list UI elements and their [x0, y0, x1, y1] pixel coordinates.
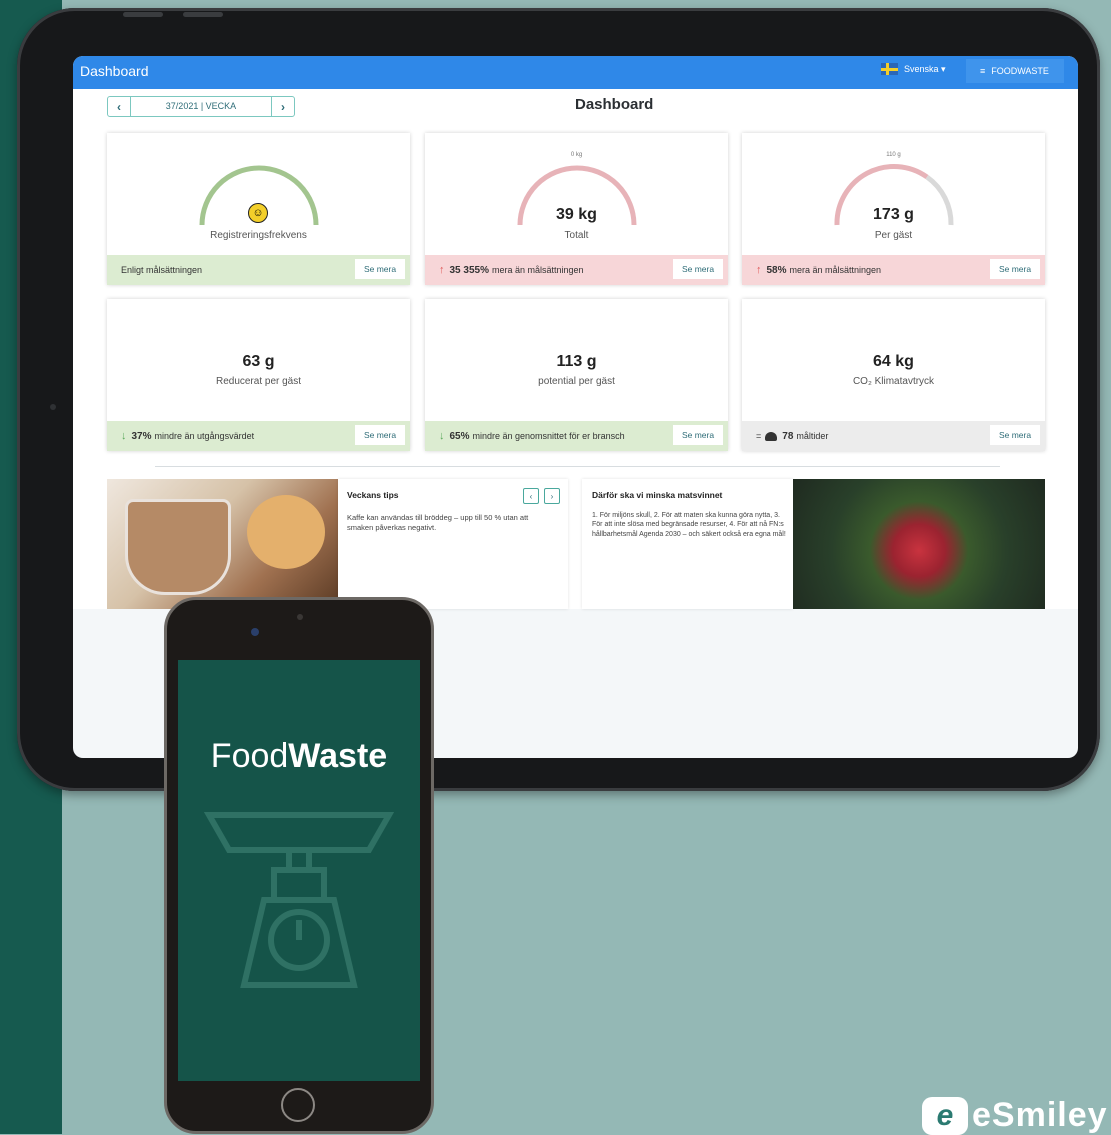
card-footer: Enligt målsättningen Se mera [107, 255, 410, 285]
brand-regular: Food [210, 737, 289, 775]
prev-week-button[interactable]: ‹ [108, 97, 130, 116]
card-value: 173 g [873, 206, 914, 223]
footer-text: Enligt målsättningen [121, 265, 203, 275]
top-bar: Dashboard Svenska ▾ ≡ FOODWASTE [73, 56, 1078, 89]
meal-icon [765, 431, 778, 441]
card-registration-frequency: ☺ Registreringsfrekvens Enligt målsättni… [107, 133, 410, 285]
week-label[interactable]: 37/2021 | VECKA [130, 97, 272, 116]
footer-prefix: = [756, 431, 762, 441]
arrow-down-icon: ↓ [121, 430, 127, 442]
phone-speaker [297, 614, 303, 620]
tablet-camera [50, 404, 56, 410]
card-label: Registreringsfrekvens [210, 230, 307, 241]
card-value: 64 kg [873, 353, 914, 370]
dashboard-content: ‹ 37/2021 | VECKA › Dashboard ☺ Registre… [73, 89, 1078, 609]
hamburger-icon: ≡ [980, 66, 986, 76]
esmiley-mark: e [922, 1096, 968, 1135]
week-navigator: ‹ 37/2021 | VECKA › [107, 96, 295, 117]
arrow-up-icon: ↑ [439, 264, 445, 276]
foodwaste-logo: FoodWaste [178, 737, 420, 776]
gauge-tick-label: 110 g [886, 152, 901, 158]
tablet-button [123, 12, 163, 17]
smiley-icon: ☺ [248, 203, 268, 223]
see-more-button[interactable]: Se mera [673, 425, 723, 445]
see-more-button[interactable]: Se mera [355, 259, 405, 279]
see-more-button[interactable]: Se mera [673, 259, 723, 279]
tips-title: Veckans tips [347, 490, 399, 500]
scale-icon [204, 812, 394, 988]
app-title: Dashboard [80, 63, 149, 79]
footer-text: mindre än genomsnittet för er bransch [472, 431, 625, 441]
footer-value: 37% [131, 430, 152, 442]
card-label: potential per gäst [538, 376, 615, 387]
card-label: Reducerat per gäst [215, 376, 302, 387]
footer-text: mera än målsättningen [491, 265, 584, 275]
language-selector[interactable]: Svenska ▾ [881, 63, 946, 75]
see-more-button[interactable]: Se mera [355, 425, 405, 445]
footer-text: måltider [796, 431, 829, 441]
card-climate-footprint: 64 kg CO₂ Klimatavtryck = 78 måltider Se… [742, 299, 1045, 451]
footer-value: 78 [782, 430, 794, 442]
card-label: Totalt [564, 230, 589, 241]
card-footer: ↑ 58% mera än målsättningen Se mera [742, 255, 1045, 285]
footer-value: 65% [449, 430, 470, 442]
card-total: 0 kg 39 kg Totalt ↑ 35 355% mera än måls… [425, 133, 728, 285]
brand-bold: Waste [288, 737, 388, 775]
phone-camera [251, 628, 259, 636]
radish-image [793, 479, 1045, 609]
card-value: 63 g [242, 353, 275, 370]
coffee-image [107, 479, 338, 609]
card-label: CO₂ Klimatavtryck [852, 376, 935, 387]
why-text: 1. För miljöns skull, 2. För att maten s… [592, 512, 786, 538]
footer-value: 58% [766, 264, 787, 276]
card-footer: ↓ 37% mindre än utgångsvärdet Se mera [107, 421, 410, 451]
tips-text: Kaffe kan användas till bröddeg – upp ti… [347, 513, 529, 533]
esmiley-wordmark: eSmiley [972, 1096, 1108, 1134]
card-footer: = 78 måltider Se mera [742, 421, 1045, 451]
card-per-guest: 110 g 173 g Per gäst ↑ 58% mera än målsä… [742, 133, 1045, 285]
arrow-up-icon: ↑ [756, 264, 762, 276]
main-menu-button[interactable]: ≡ FOODWASTE [966, 59, 1064, 83]
swedish-flag-icon [881, 63, 898, 75]
card-potential-per-guest: 113 g potential per gäst ↓ 65% mindre än… [425, 299, 728, 451]
see-more-button[interactable]: Se mera [990, 425, 1040, 445]
next-week-button[interactable]: › [272, 97, 294, 116]
page-title: Dashboard [575, 96, 654, 113]
card-footer: ↑ 35 355% mera än målsättningen Se mera [425, 255, 728, 285]
card-value: 39 kg [556, 206, 597, 223]
phone-device: FoodWaste [164, 597, 434, 1134]
footer-text: mera än målsättningen [789, 265, 882, 275]
section-divider [155, 466, 1000, 467]
tips-prev-button[interactable]: ‹ [523, 488, 539, 504]
gauge-tick-label: 0 kg [570, 152, 583, 158]
footer-text: mindre än utgångsvärdet [154, 431, 255, 441]
home-button[interactable] [281, 1088, 315, 1122]
card-reduced-per-guest: 63 g Reducerat per gäst ↓ 37% mindre än … [107, 299, 410, 451]
footer-value: 35 355% [449, 264, 489, 276]
why-panel: Därför ska vi minska matsvinnet 1. För m… [582, 479, 793, 609]
card-label: Per gäst [874, 230, 913, 241]
tips-next-button[interactable]: › [544, 488, 560, 504]
why-title: Därför ska vi minska matsvinnet [592, 490, 723, 500]
card-value: 113 g [556, 353, 597, 370]
phone-screen: FoodWaste [178, 660, 420, 1081]
see-more-button[interactable]: Se mera [990, 259, 1040, 279]
tablet-button [183, 12, 223, 17]
language-label: Svenska ▾ [904, 63, 946, 74]
menu-label: FOODWASTE [991, 66, 1049, 76]
card-footer: ↓ 65% mindre än genomsnittet för er bran… [425, 421, 728, 451]
arrow-down-icon: ↓ [439, 430, 445, 442]
tips-panel: Veckans tips ‹ › Kaffe kan användas till… [338, 479, 568, 609]
esmiley-logo: e eSmiley [922, 1096, 1108, 1135]
